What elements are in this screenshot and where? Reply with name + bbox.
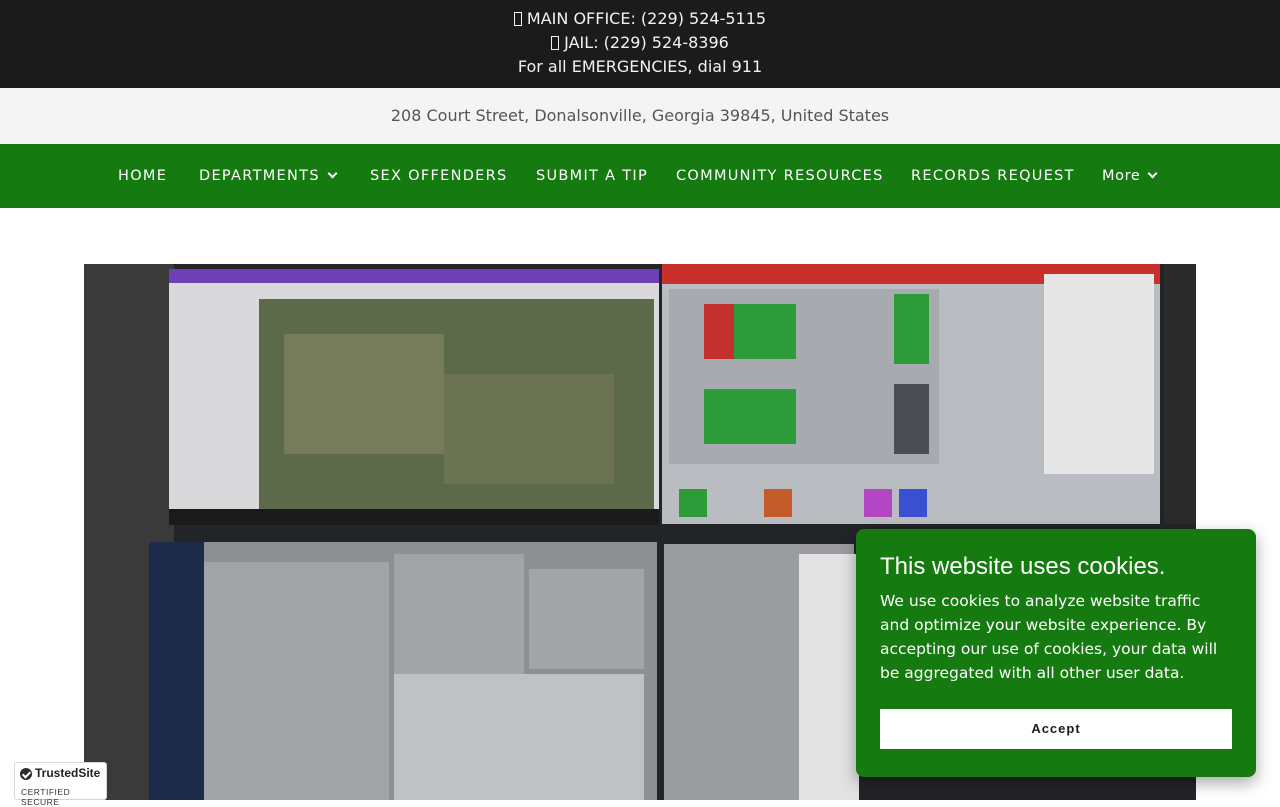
cookie-title: This website uses cookies.: [880, 553, 1166, 580]
trustedsite-tagline: CERTIFIED SECURE: [21, 787, 71, 807]
check-icon: [20, 768, 32, 780]
emergency-text: For all EMERGENCIES, dial 911: [517, 57, 763, 76]
nav-departments-label: DEPARTMENTS: [199, 168, 320, 184]
chevron-down-icon: [327, 168, 338, 179]
phone-icon: [513, 12, 522, 26]
nav-home[interactable]: HOME: [118, 144, 167, 208]
accept-cookies-button[interactable]: Accept: [880, 709, 1232, 749]
nav-submit-tip[interactable]: SUBMIT A TIP: [536, 144, 648, 208]
cookie-consent-banner: This website uses cookies. We use cookie…: [856, 529, 1256, 777]
jail-line[interactable]: JAIL: (229) 524-8396: [0, 31, 1280, 55]
nav-community-resources[interactable]: COMMUNITY RESOURCES: [676, 144, 884, 208]
main-navigation: HOME DEPARTMENTS SEX OFFENDERS SUBMIT A …: [0, 144, 1280, 208]
jail-text: JAIL: (229) 524-8396: [564, 33, 729, 52]
chevron-down-icon: [1147, 168, 1158, 179]
top-contact-bar: MAIN OFFICE: (229) 524-5115 JAIL: (229) …: [0, 0, 1280, 88]
main-office-text: MAIN OFFICE: (229) 524-5115: [526, 9, 767, 28]
nav-sex-offenders[interactable]: SEX OFFENDERS: [370, 144, 508, 208]
cookie-message: We use cookies to analyze website traffi…: [880, 592, 1218, 682]
address-text[interactable]: 208 Court Street, Donalsonville, Georgia…: [391, 106, 889, 125]
phone-icon: [551, 36, 560, 50]
main-office-line[interactable]: MAIN OFFICE: (229) 524-5115: [0, 7, 1280, 31]
nav-more-label: More: [1102, 168, 1141, 184]
trustedsite-name: TrustedSite: [35, 766, 101, 780]
trustedsite-badge[interactable]: TrustedSite CERTIFIED SECURE: [14, 762, 107, 807]
nav-records-request[interactable]: RECORDS REQUEST: [911, 144, 1075, 208]
nav-more[interactable]: More: [1102, 144, 1158, 208]
nav-departments[interactable]: DEPARTMENTS: [199, 144, 338, 208]
address-bar: 208 Court Street, Donalsonville, Georgia…: [0, 88, 1280, 144]
